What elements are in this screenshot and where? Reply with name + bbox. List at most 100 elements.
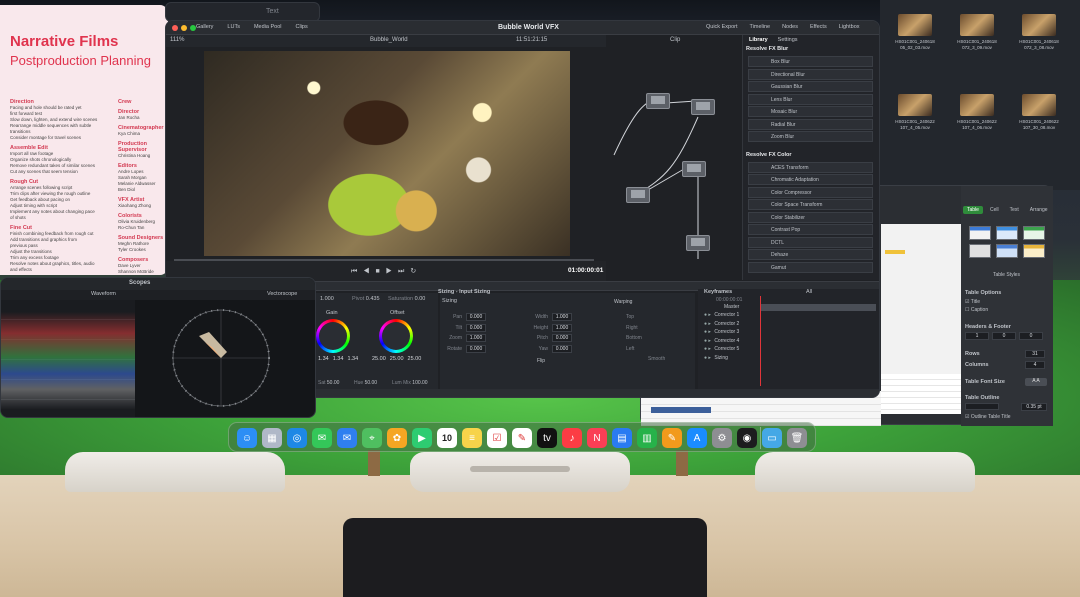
trash-icon[interactable]: 🗑: [787, 428, 807, 448]
safari-icon[interactable]: ◎: [287, 428, 307, 448]
menu-clips[interactable]: Clips: [295, 24, 307, 30]
finder-file[interactable]: HS01C001_240618 05_02_03.mov: [892, 14, 938, 50]
table-style-swatch[interactable]: [1023, 226, 1045, 240]
menu-timeline[interactable]: Timeline: [749, 24, 770, 30]
keyframe-row[interactable]: ● ▸ Corrector 2: [704, 321, 739, 327]
node-5[interactable]: [686, 235, 710, 251]
library-effect-item[interactable]: Color Compressor: [748, 186, 873, 198]
appstore-icon[interactable]: A: [687, 428, 707, 448]
library-effect-item[interactable]: Lens Blur: [748, 93, 873, 105]
library-effect-item[interactable]: Gamut: [748, 261, 873, 273]
library-effect-item[interactable]: Color Stabilizer: [748, 211, 873, 223]
offset-wheel[interactable]: [379, 319, 413, 353]
offset-value[interactable]: 25.00: [390, 356, 404, 362]
pages-icon[interactable]: ✎: [662, 428, 682, 448]
gain-value[interactable]: 1.34: [347, 356, 358, 362]
music-icon[interactable]: ♪: [562, 428, 582, 448]
finder-window[interactable]: HS01C001_240618 05_02_03.mov HS01C001_240…: [880, 0, 1080, 190]
messages-icon[interactable]: ✉: [312, 428, 332, 448]
waveform-label[interactable]: Waveform: [91, 291, 116, 297]
menu-nodes[interactable]: Nodes: [782, 24, 798, 30]
vectorscope-label[interactable]: Vectorscope: [267, 291, 297, 297]
menu-lightbox[interactable]: Lightbox: [839, 24, 860, 30]
menu-luts[interactable]: LUTs: [227, 24, 240, 30]
warping-param[interactable]: Right: [626, 325, 638, 331]
maps-icon[interactable]: ⌖: [362, 428, 382, 448]
table-style-swatch[interactable]: [969, 226, 991, 240]
mail-icon[interactable]: ✉: [337, 428, 357, 448]
table-style-swatch[interactable]: [969, 244, 991, 258]
keyframe-toggle-icon[interactable]: ● ▸: [704, 321, 712, 327]
clip-mode-label[interactable]: Clip: [670, 37, 680, 43]
playback-controls[interactable]: ⏮◀■▶⏭↻: [351, 267, 422, 276]
menu-gallery[interactable]: Gallery: [196, 24, 213, 30]
offset-value[interactable]: 25.00: [408, 356, 422, 362]
tv-icon[interactable]: tv: [537, 428, 557, 448]
outline-width-field[interactable]: 0.35 pt: [1021, 403, 1047, 411]
sizing-param-field[interactable]: 0.000: [466, 313, 486, 321]
header-rows-stepper[interactable]: 1: [965, 332, 989, 340]
finder-icon[interactable]: ☺: [237, 428, 257, 448]
offset-value[interactable]: 25.00: [372, 356, 386, 362]
keyframe-toggle-icon[interactable]: ● ▸: [704, 338, 712, 344]
node-editor[interactable]: [606, 47, 742, 277]
finder-file[interactable]: HS01C001_240622 107_4_06.mov: [954, 94, 1000, 130]
notes-icon[interactable]: ≡: [462, 428, 482, 448]
outline-style-select[interactable]: [965, 403, 999, 410]
menu-quick-export[interactable]: Quick Export: [706, 24, 737, 30]
keyframe-row[interactable]: ● ▸ Corrector 3: [704, 329, 739, 335]
facetime-icon[interactable]: ▶: [412, 428, 432, 448]
reminders-icon[interactable]: ☑: [487, 428, 507, 448]
library-tab[interactable]: Library: [749, 37, 768, 43]
folder-icon[interactable]: ▭: [762, 428, 782, 448]
font-size-buttons[interactable]: A A: [1025, 378, 1047, 386]
hue-field[interactable]: Hue 50.00: [354, 380, 377, 386]
field-1000[interactable]: 1.000: [320, 296, 334, 302]
sizing-param-field[interactable]: 1.000: [552, 323, 572, 332]
keyframe-toggle-icon[interactable]: ● ▸: [704, 355, 712, 361]
warping-param[interactable]: Bottom: [626, 335, 642, 341]
columns-stepper[interactable]: 4: [1025, 361, 1045, 369]
outline-title-checkbox[interactable]: ☑ Outline Table Title: [965, 414, 1011, 420]
freeform-icon[interactable]: ✎: [512, 428, 532, 448]
launchpad-icon[interactable]: ▦: [262, 428, 282, 448]
library-tab[interactable]: Settings: [778, 37, 798, 43]
keyframe-row[interactable]: ● ▸ Corrector 4: [704, 338, 739, 344]
inspector-tab-arrange[interactable]: Arrange: [1026, 206, 1052, 214]
node-4[interactable]: [682, 161, 706, 177]
keynote-icon[interactable]: ▤: [612, 428, 632, 448]
viewer-zoom[interactable]: 111%: [170, 37, 184, 43]
menu-effects[interactable]: Effects: [810, 24, 827, 30]
footer-rows-stepper[interactable]: 0: [1019, 332, 1043, 340]
close-button[interactable]: [172, 25, 178, 31]
library-effect-item[interactable]: Contrast Pop: [748, 224, 873, 235]
sizing-param-field[interactable]: 0.000: [552, 334, 572, 342]
warping-param[interactable]: Top: [626, 314, 634, 320]
gain-wheel[interactable]: [316, 319, 350, 353]
inspector-tab-cell[interactable]: Cell: [986, 206, 1003, 214]
library-effect-item[interactable]: ACES Transform: [748, 161, 873, 173]
keyframe-toggle-icon[interactable]: ● ▸: [704, 346, 712, 352]
finder-file[interactable]: HS01C001_240622 107_4_05.mov: [892, 94, 938, 130]
news-icon[interactable]: N: [587, 428, 607, 448]
scopes-window[interactable]: Scopes Waveform Vectorscope: [0, 277, 316, 418]
pivot-field[interactable]: Pivot 0.435: [352, 296, 380, 302]
lum-mix-field[interactable]: Lum Mix 100.00: [392, 380, 428, 386]
node-1[interactable]: [646, 93, 670, 109]
caption-checkbox[interactable]: ☐ Caption: [965, 307, 988, 313]
inspector-tab-table[interactable]: Table: [963, 206, 983, 214]
inspector-tab-text[interactable]: Text: [1006, 206, 1023, 214]
library-effect-item[interactable]: Mosaic Blur: [748, 106, 873, 117]
warping-param[interactable]: Left: [626, 346, 634, 352]
keyframe-toggle-icon[interactable]: ● ▸: [704, 312, 712, 318]
sat-field[interactable]: Sat 50.00: [318, 380, 339, 386]
finder-file[interactable]: HS01C001_240622 107_30_08.mov: [1016, 94, 1062, 130]
finder-file[interactable]: HS01C001_240618 072_3_08.mov: [1016, 14, 1062, 50]
keyframe-row[interactable]: ● ▸ Corrector 5: [704, 346, 739, 352]
sizing-param-field[interactable]: 0.000: [466, 344, 486, 353]
numbers-icon[interactable]: ▥: [637, 428, 657, 448]
minimize-button[interactable]: [181, 25, 187, 31]
rows-stepper[interactable]: 31: [1025, 350, 1045, 358]
finder-file[interactable]: HS01C001_240618 072_3_09.mov: [954, 14, 1000, 50]
sizing-param-field[interactable]: 0.000: [466, 323, 486, 332]
